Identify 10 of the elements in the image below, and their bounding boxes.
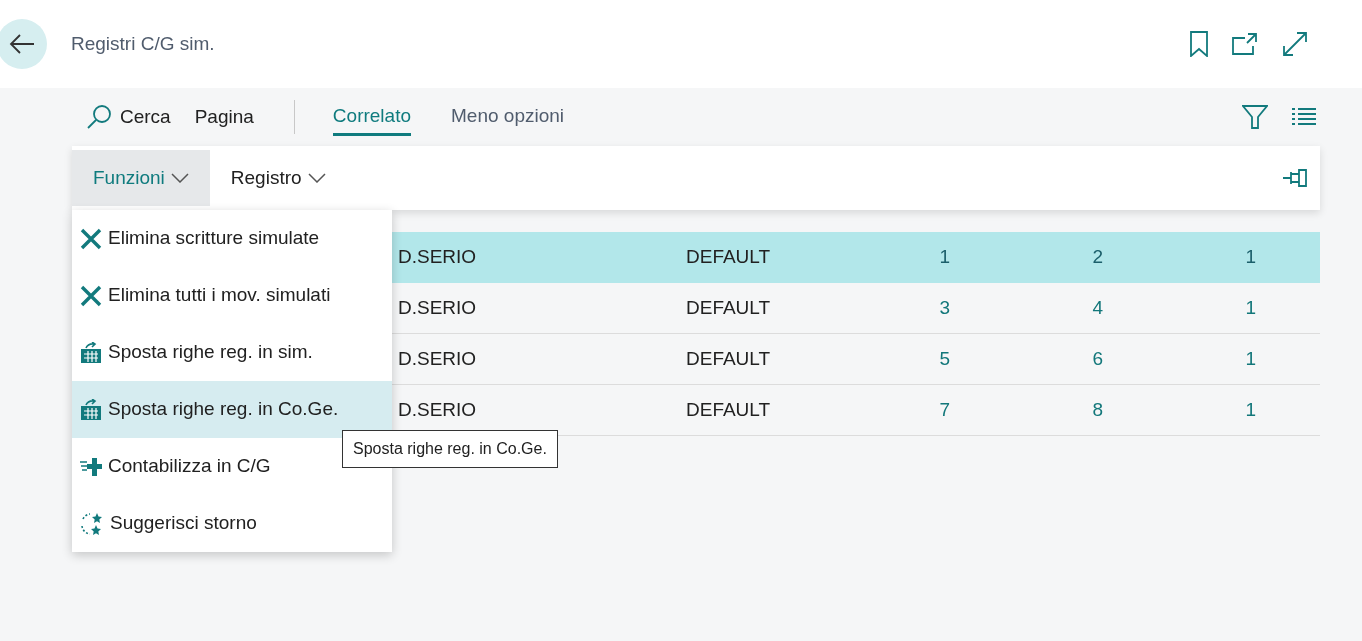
page-title: Registri C/G sim. xyxy=(71,31,215,56)
table-cell-text: DEFAULT xyxy=(685,244,772,269)
tooltip: Sposta righe reg. in Co.Ge. xyxy=(342,430,558,468)
table-cell-text: DEFAULT xyxy=(685,346,772,371)
table-cell-text: DEFAULT xyxy=(685,397,772,422)
table-cell-text: DEFAULT xyxy=(685,295,772,320)
table-cell-text: D.SERIO xyxy=(397,244,478,269)
table-cell-text: D.SERIO xyxy=(397,346,478,371)
table-cell-text: D.SERIO xyxy=(397,295,478,320)
table-cell-text: D.SERIO xyxy=(397,397,478,422)
